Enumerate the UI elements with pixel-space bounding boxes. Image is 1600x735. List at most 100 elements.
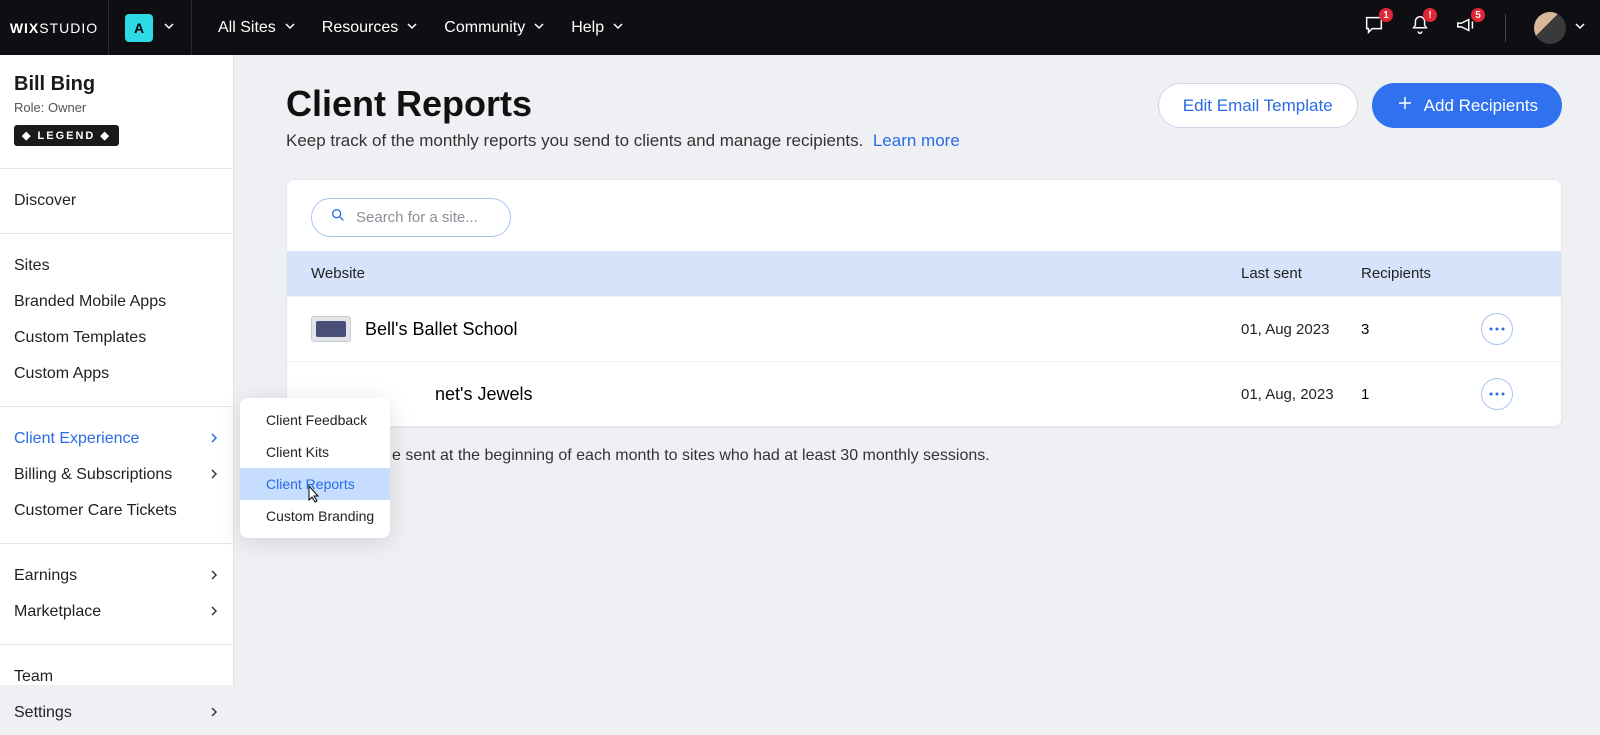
cell-last-sent: 01, Aug, 2023 (1241, 386, 1361, 403)
chevron-down-icon (1574, 19, 1586, 37)
cell-website: net's Jewels (311, 384, 1241, 405)
edit-email-template-button[interactable]: Edit Email Template (1158, 83, 1358, 128)
plus-icon (1396, 94, 1414, 117)
sidebar-item-custom-templates[interactable]: Custom Templates (0, 320, 233, 356)
chevron-right-icon (209, 466, 219, 484)
brand-logo[interactable]: WIXSTUDIO (0, 0, 108, 55)
workspace-switcher[interactable]: A (108, 0, 192, 55)
learn-more-link[interactable]: Learn more (873, 131, 960, 150)
chevron-down-icon (163, 19, 175, 37)
sidebar-item-customer-care[interactable]: Customer Care Tickets (0, 493, 233, 529)
workspace-avatar: A (125, 14, 153, 42)
sidebar-item-branded-apps[interactable]: Branded Mobile Apps (0, 284, 233, 320)
nav-community[interactable]: Community (444, 19, 545, 37)
page-subtitle: Keep track of the monthly reports you se… (286, 131, 960, 151)
page-header: Client Reports Keep track of the monthly… (286, 83, 1562, 151)
divider (0, 543, 233, 544)
sidebar-item-billing[interactable]: Billing & Subscriptions (0, 457, 233, 493)
announce-badge: 5 (1471, 8, 1485, 22)
nav-label: All Sites (218, 19, 276, 37)
chevron-down-icon (406, 19, 418, 37)
flyout-item-client-feedback[interactable]: Client Feedback (240, 404, 390, 436)
th-website: Website (311, 265, 1241, 282)
legend-badge: ◆ LEGEND ◆ (14, 125, 119, 146)
sidebar-user-role: Role: Owner (14, 100, 219, 115)
sidebar-item-label: Marketplace (14, 603, 101, 621)
divider (1505, 14, 1506, 42)
sidebar-item-custom-apps[interactable]: Custom Apps (0, 356, 233, 392)
page-title: Client Reports (286, 83, 960, 125)
brand-bold: WIX (10, 20, 39, 36)
sidebar-item-label: Billing & Subscriptions (14, 466, 172, 484)
search-input[interactable] (356, 209, 492, 226)
flyout-item-client-kits[interactable]: Client Kits (240, 436, 390, 468)
cell-recipients: 3 (1361, 321, 1481, 338)
search-icon (330, 207, 346, 228)
nav-label: Help (571, 19, 604, 37)
flyout-item-custom-branding[interactable]: Custom Branding (240, 500, 390, 532)
cell-website: Bell's Ballet School (311, 316, 1241, 342)
sidebar-item-team[interactable]: Team (0, 659, 233, 695)
row-more-button[interactable] (1481, 313, 1513, 345)
divider (0, 406, 233, 407)
footnote-visible: e sent at the beginning of each month to… (392, 447, 990, 464)
sidebar-item-label: Sites (14, 257, 50, 275)
chevron-right-icon (209, 603, 219, 621)
top-icons: 1 ! 5 (1363, 12, 1600, 44)
sidebar-header: Bill Bing Role: Owner ◆ LEGEND ◆ (0, 55, 233, 158)
table-row[interactable]: net's Jewels 01, Aug, 2023 1 (287, 361, 1561, 426)
chevron-down-icon (612, 19, 624, 37)
add-recipients-button[interactable]: Add Recipients (1372, 83, 1562, 128)
brand-thin: STUDIO (39, 20, 98, 36)
bell-icon[interactable]: ! (1409, 14, 1431, 41)
chat-icon[interactable]: 1 (1363, 14, 1385, 41)
th-recipients: Recipients (1361, 265, 1481, 282)
divider (0, 168, 233, 169)
chevron-down-icon (533, 19, 545, 37)
table-header: Website Last sent Recipients (287, 251, 1561, 296)
flyout-item-client-reports[interactable]: Client Reports (240, 468, 390, 500)
sidebar-item-discover[interactable]: Discover (0, 183, 233, 219)
top-bar: WIXSTUDIO A All Sites Resources Communit… (0, 0, 1600, 55)
user-menu[interactable] (1534, 12, 1586, 44)
reports-table-card: Website Last sent Recipients Bell's Ball… (286, 179, 1562, 427)
sidebar-item-label: Branded Mobile Apps (14, 293, 166, 311)
nav-label: Community (444, 19, 525, 37)
th-last-sent: Last sent (1241, 265, 1361, 282)
search-row (287, 180, 1561, 251)
sidebar-item-label: Custom Apps (14, 365, 109, 383)
chat-badge: 1 (1379, 8, 1393, 22)
nav-all-sites[interactable]: All Sites (218, 19, 296, 37)
search-field[interactable] (311, 198, 511, 237)
top-nav: All Sites Resources Community Help (192, 19, 624, 37)
nav-label: Resources (322, 19, 398, 37)
sidebar-item-earnings[interactable]: Earnings (0, 558, 233, 594)
table-row[interactable]: Bell's Ballet School 01, Aug 2023 3 (287, 296, 1561, 361)
row-more-button[interactable] (1481, 378, 1513, 410)
sidebar-item-label: Settings (14, 704, 72, 722)
nav-help[interactable]: Help (571, 19, 624, 37)
site-name: net's Jewels (435, 384, 532, 405)
sidebar: Bill Bing Role: Owner ◆ LEGEND ◆ Discove… (0, 55, 234, 685)
megaphone-icon[interactable]: 5 (1455, 14, 1477, 41)
button-label: Add Recipients (1424, 96, 1538, 116)
client-experience-flyout: Client Feedback Client Kits Client Repor… (240, 398, 390, 538)
subtitle-text: Keep track of the monthly reports you se… (286, 131, 863, 150)
chevron-right-icon (209, 430, 219, 448)
sidebar-item-marketplace[interactable]: Marketplace (0, 594, 233, 630)
th-actions (1481, 265, 1537, 282)
sidebar-item-client-experience[interactable]: Client Experience (0, 421, 233, 457)
nav-resources[interactable]: Resources (322, 19, 418, 37)
header-buttons: Edit Email Template Add Recipients (1158, 83, 1562, 128)
divider (0, 644, 233, 645)
footnote-text: e sent at the beginning of each month to… (286, 447, 1562, 465)
bell-badge: ! (1423, 8, 1437, 22)
sidebar-item-label: Custom Templates (14, 329, 146, 347)
sidebar-item-label: Discover (14, 192, 76, 210)
cell-recipients: 1 (1361, 386, 1481, 403)
divider (0, 233, 233, 234)
sidebar-item-sites[interactable]: Sites (0, 248, 233, 284)
chevron-right-icon (209, 567, 219, 585)
site-name: Bell's Ballet School (365, 319, 518, 340)
sidebar-item-settings[interactable]: Settings (0, 695, 233, 731)
